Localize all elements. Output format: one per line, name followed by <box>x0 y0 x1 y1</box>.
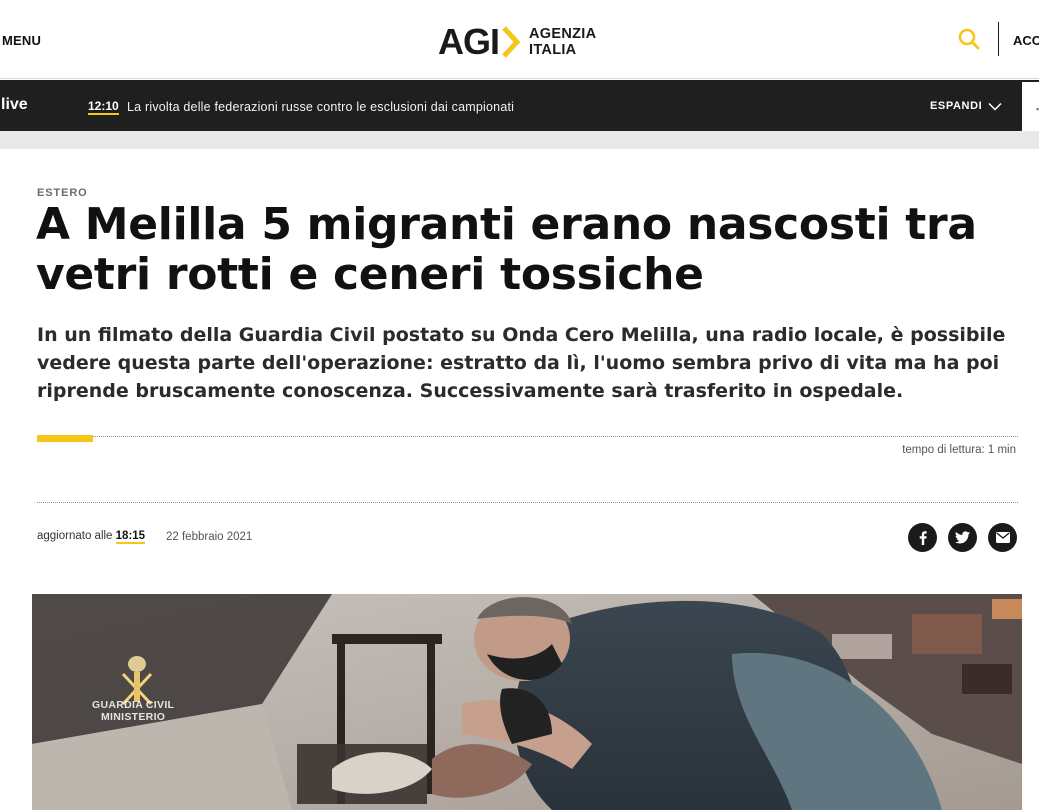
updated-prefix: aggiornato alle <box>37 530 113 542</box>
meta-divider <box>37 502 1018 503</box>
expand-label: ESPANDI <box>930 100 983 112</box>
header-divider <box>998 22 999 56</box>
logo-mark: AGI <box>438 21 500 62</box>
reading-progress-bar <box>37 435 93 442</box>
section-label[interactable]: ESTERO <box>37 187 88 199</box>
email-icon <box>995 532 1010 543</box>
twitter-icon <box>955 531 970 544</box>
logo-text: AGENZIA ITALIA <box>529 26 596 58</box>
facebook-icon <box>919 530 927 545</box>
chevron-down-icon <box>988 102 1002 111</box>
agi-logo[interactable]: AGI AGENZIA ITALIA <box>438 24 596 60</box>
share-email-button[interactable] <box>988 523 1017 552</box>
watermark-line-2: MINISTERIO <box>101 711 166 723</box>
share-facebook-button[interactable] <box>908 523 937 552</box>
access-button[interactable]: ACC <box>1013 33 1039 48</box>
search-icon[interactable] <box>958 28 980 50</box>
updated-time: 18:15 <box>115 530 146 544</box>
article-title: A Melilla 5 migranti erano nascosti tra … <box>36 199 977 300</box>
logo-line-2: ITALIA <box>529 42 577 58</box>
ad-strip <box>0 131 1039 149</box>
menu-button[interactable]: MENU <box>2 33 41 48</box>
watermark-line-1: GUARDIA CIVIL <box>92 699 175 711</box>
article-lead: In un filmato della Guardia Civil postat… <box>37 324 1006 402</box>
live-side-tab[interactable]: ▪ <box>1022 82 1039 131</box>
share-twitter-button[interactable] <box>948 523 977 552</box>
logo-chevron-icon <box>502 26 521 58</box>
photo-scene <box>32 594 1022 810</box>
live-label: live <box>1 96 28 113</box>
article-photo[interactable]: GUARDIA CIVIL MINISTERIO <box>32 594 1022 810</box>
live-ticker: live 12:10 La rivolta delle federazioni … <box>0 80 1039 131</box>
expand-button[interactable]: ESPANDI <box>930 100 1002 112</box>
reading-time: tempo di lettura: 1 min <box>902 444 1016 456</box>
site-header: MENU AGI AGENZIA ITALIA ACC <box>0 0 1039 79</box>
updated-info: aggiornato alle 18:15 <box>37 530 146 544</box>
photo-watermark: GUARDIA CIVIL MINISTERIO <box>92 699 174 723</box>
reading-progress-track <box>93 436 1018 437</box>
logo-line-1: AGENZIA <box>529 26 597 42</box>
publication-date: 22 febbraio 2021 <box>166 531 253 543</box>
live-headline-link[interactable]: La rivolta delle federazioni russe contr… <box>127 100 514 114</box>
live-time: 12:10 <box>88 99 119 115</box>
